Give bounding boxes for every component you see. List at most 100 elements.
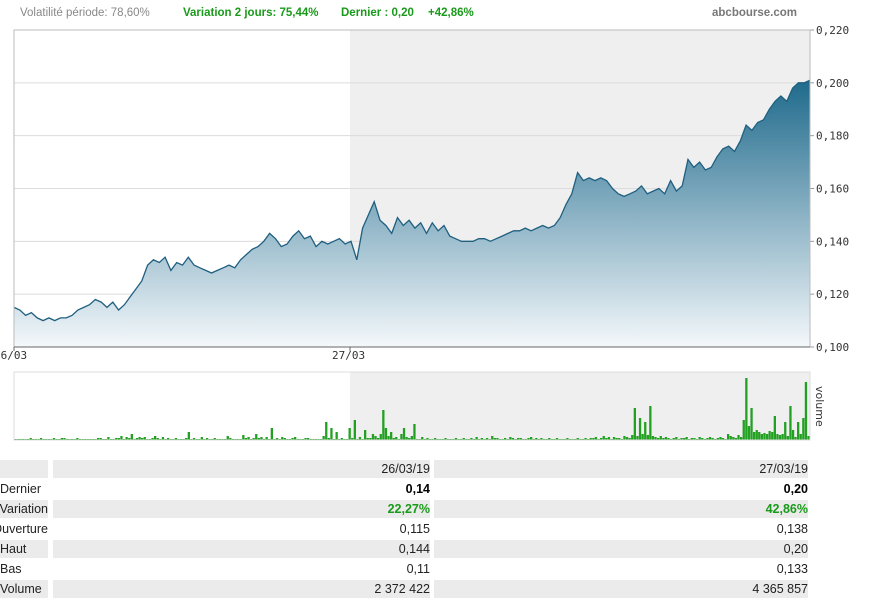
volume-bar (789, 406, 792, 440)
price-chart: 0,100 0,120 0,140 0,160 0,180 0,200 0,220 26/03… (0, 24, 849, 441)
row-value-day2: 4 365 857 (434, 580, 808, 598)
volume-bar (797, 422, 800, 440)
volume-panel-day2 (350, 372, 810, 440)
table-row: Variation 22,27% 42,86% (0, 500, 870, 519)
volume-bar (390, 432, 393, 440)
table-row: Dernier 0,14 0,20 (0, 480, 870, 499)
volume-bar (771, 432, 774, 440)
volume-bar (335, 432, 338, 440)
volume-bar (330, 428, 333, 440)
volume-bar (760, 434, 763, 440)
volume-bar (804, 382, 808, 440)
volume-axis-label: volume (813, 386, 826, 427)
volume-bar (646, 435, 649, 440)
volume-bar (753, 432, 756, 440)
table-row: Haut 0,144 0,20 (0, 540, 870, 559)
volume-bar (768, 431, 771, 440)
volume-bar (786, 436, 789, 440)
table-header-label (0, 460, 48, 478)
volume-bar (745, 378, 748, 440)
volume-bar (242, 435, 245, 440)
volume-panel-day1 (14, 372, 350, 440)
ytick-label: 0,160 (816, 183, 849, 196)
volume-bar (729, 436, 732, 440)
volume-bar (641, 434, 644, 440)
volume-bar (758, 432, 761, 440)
row-label: Volume (0, 580, 48, 598)
volume-bar (633, 408, 636, 440)
volume-bar (651, 436, 655, 440)
volume-bar (120, 436, 123, 440)
row-label: Variation (0, 500, 48, 518)
volume-bar (413, 424, 416, 440)
row-label: Haut (0, 540, 48, 558)
volume-bar (778, 435, 782, 440)
row-value-day1: 0,144 (53, 540, 430, 558)
volume-bar (364, 430, 367, 440)
volume-bar (374, 436, 377, 440)
row-label: Bas (0, 562, 22, 576)
volume-bar (755, 430, 758, 440)
row-value-day2: 0,133 (776, 562, 808, 576)
volume-bar (773, 416, 776, 440)
row-value-day1: 2 372 422 (53, 580, 430, 598)
volume-bar (742, 420, 745, 440)
xtick-label: 27/03 (332, 349, 365, 362)
table-header-date-2: 27/03/19 (434, 460, 808, 478)
row-value-day2: 0,20 (783, 482, 808, 496)
volume-bar (384, 428, 388, 440)
volume-bar (727, 434, 730, 440)
row-value-day1: 0,14 (405, 482, 430, 496)
volume-bar (410, 436, 413, 440)
volume-bar (402, 428, 406, 440)
volume-bar (400, 434, 403, 440)
volume-bar (322, 436, 325, 440)
volume-bar (659, 436, 662, 440)
ytick-label: 0,180 (816, 130, 849, 143)
volume-bar (636, 436, 639, 440)
volume-bar (379, 434, 382, 440)
volume-bar (187, 432, 190, 440)
ytick-label: 0,120 (816, 288, 849, 301)
volume-bar (781, 434, 784, 440)
row-value-day2: 0,138 (776, 522, 808, 536)
volume-bar (382, 410, 385, 440)
ytick-label: 0,140 (816, 235, 849, 248)
volume-bar (631, 435, 634, 440)
table-header-date-1: 26/03/19 (53, 460, 430, 478)
volume-bar (353, 420, 356, 440)
xtick-label: 26/03 (0, 349, 27, 362)
volume-bar (348, 428, 351, 440)
volume-bar (130, 434, 133, 440)
volume-bar (799, 434, 802, 440)
row-value-day1: 0,11 (406, 562, 430, 576)
table-header-row: 26/03/19 27/03/19 (0, 460, 870, 479)
volume-bar (325, 422, 328, 440)
volume-bar (765, 434, 769, 440)
row-value-day1: 22,27% (53, 500, 430, 518)
volume-bar (255, 434, 258, 440)
volume-bar (776, 434, 779, 440)
row-value-day2: 0,20 (434, 540, 808, 558)
table-row: Ouverture 0,115 0,138 (0, 520, 870, 539)
volume-bar (371, 434, 375, 440)
ytick-label: 0,100 (816, 341, 849, 354)
volume-bar (623, 436, 626, 440)
volume-bar (750, 408, 753, 440)
volume-bar (649, 406, 652, 440)
ytick-label: 0,220 (816, 24, 849, 37)
volume-bar (737, 435, 740, 440)
volume-bar (747, 426, 751, 440)
volume-bar (226, 436, 229, 440)
volume-bar (491, 436, 494, 440)
volume-bar (763, 433, 766, 440)
row-value-day2: 42,86% (434, 500, 808, 518)
volume-bar (784, 422, 787, 440)
volume-bar (791, 430, 795, 440)
table-row: Volume 2 372 422 4 365 857 (0, 580, 870, 599)
volume-bar (270, 428, 273, 440)
ytick-label: 0,200 (816, 77, 849, 90)
volume-bar (644, 422, 647, 440)
row-label: Ouverture (0, 522, 48, 536)
volume-bar (602, 436, 605, 440)
